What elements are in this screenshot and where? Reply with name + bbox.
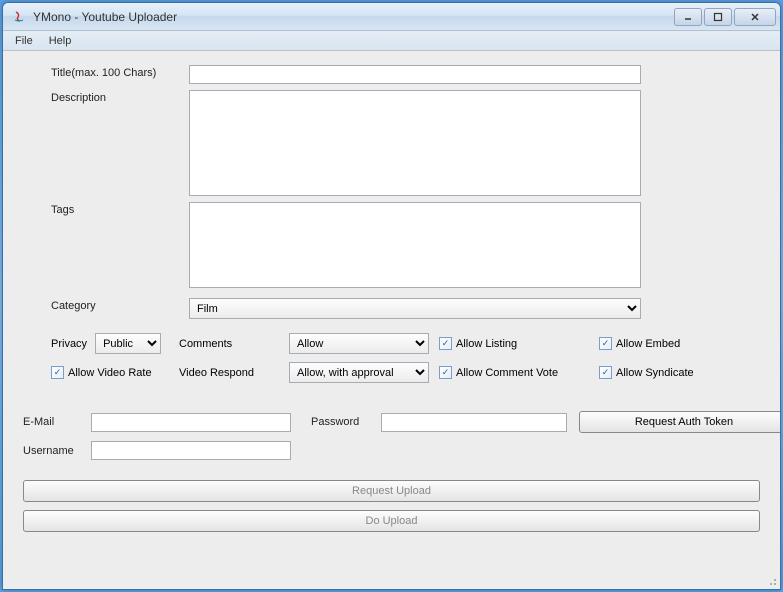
request-upload-button[interactable]: Request Upload <box>23 480 760 502</box>
java-icon <box>11 9 27 25</box>
form-section: Title(max. 100 Chars) Description Tags C… <box>23 65 760 383</box>
menu-file[interactable]: File <box>7 33 41 49</box>
username-label: Username <box>23 445 91 457</box>
maximize-button[interactable] <box>704 8 732 26</box>
privacy-label: Privacy <box>51 338 87 350</box>
allow-video-rate-label: Allow Video Rate <box>68 367 152 379</box>
window-title: YMono - Youtube Uploader <box>33 10 674 24</box>
resize-grip-icon[interactable] <box>763 572 777 586</box>
username-input[interactable] <box>91 441 291 460</box>
allow-syndicate-checkbox[interactable]: ✓ <box>599 366 612 379</box>
allow-listing-label: Allow Listing <box>456 338 517 350</box>
category-label: Category <box>51 298 189 312</box>
request-auth-button[interactable]: Request Auth Token <box>579 411 781 433</box>
allow-listing-checkbox[interactable]: ✓ <box>439 337 452 350</box>
category-select[interactable]: Film <box>189 298 641 319</box>
menubar: File Help <box>3 31 780 51</box>
allow-embed-checkbox[interactable]: ✓ <box>599 337 612 350</box>
titlebar: YMono - Youtube Uploader <box>3 3 780 31</box>
minimize-button[interactable] <box>674 8 702 26</box>
menu-help[interactable]: Help <box>41 33 80 49</box>
tags-input[interactable] <box>189 202 641 288</box>
comments-label: Comments <box>179 338 289 350</box>
do-upload-button[interactable]: Do Upload <box>23 510 760 532</box>
window-controls <box>674 8 776 26</box>
password-input[interactable] <box>381 413 567 432</box>
content-area: Title(max. 100 Chars) Description Tags C… <box>3 51 780 589</box>
options-grid: Privacy Public Comments Allow ✓ Allow Li… <box>51 333 760 383</box>
password-label: Password <box>311 416 381 428</box>
allow-syndicate-label: Allow Syndicate <box>616 367 694 379</box>
email-label: E-Mail <box>23 416 91 428</box>
video-respond-label: Video Respond <box>179 367 289 379</box>
tags-label: Tags <box>51 202 189 216</box>
privacy-select[interactable]: Public <box>95 333 161 354</box>
video-respond-select[interactable]: Allow, with approval <box>289 362 429 383</box>
title-input[interactable] <box>189 65 641 84</box>
allow-video-rate-checkbox[interactable]: ✓ <box>51 366 64 379</box>
description-label: Description <box>51 90 189 104</box>
allow-embed-label: Allow Embed <box>616 338 680 350</box>
allow-comment-vote-label: Allow Comment Vote <box>456 367 558 379</box>
comments-select[interactable]: Allow <box>289 333 429 354</box>
auth-section: E-Mail Password Request Auth Token Usern… <box>23 411 760 460</box>
close-button[interactable] <box>734 8 776 26</box>
description-input[interactable] <box>189 90 641 196</box>
title-label: Title(max. 100 Chars) <box>51 65 189 79</box>
allow-comment-vote-checkbox[interactable]: ✓ <box>439 366 452 379</box>
email-input[interactable] <box>91 413 291 432</box>
app-window: YMono - Youtube Uploader File Help Title… <box>2 2 781 590</box>
